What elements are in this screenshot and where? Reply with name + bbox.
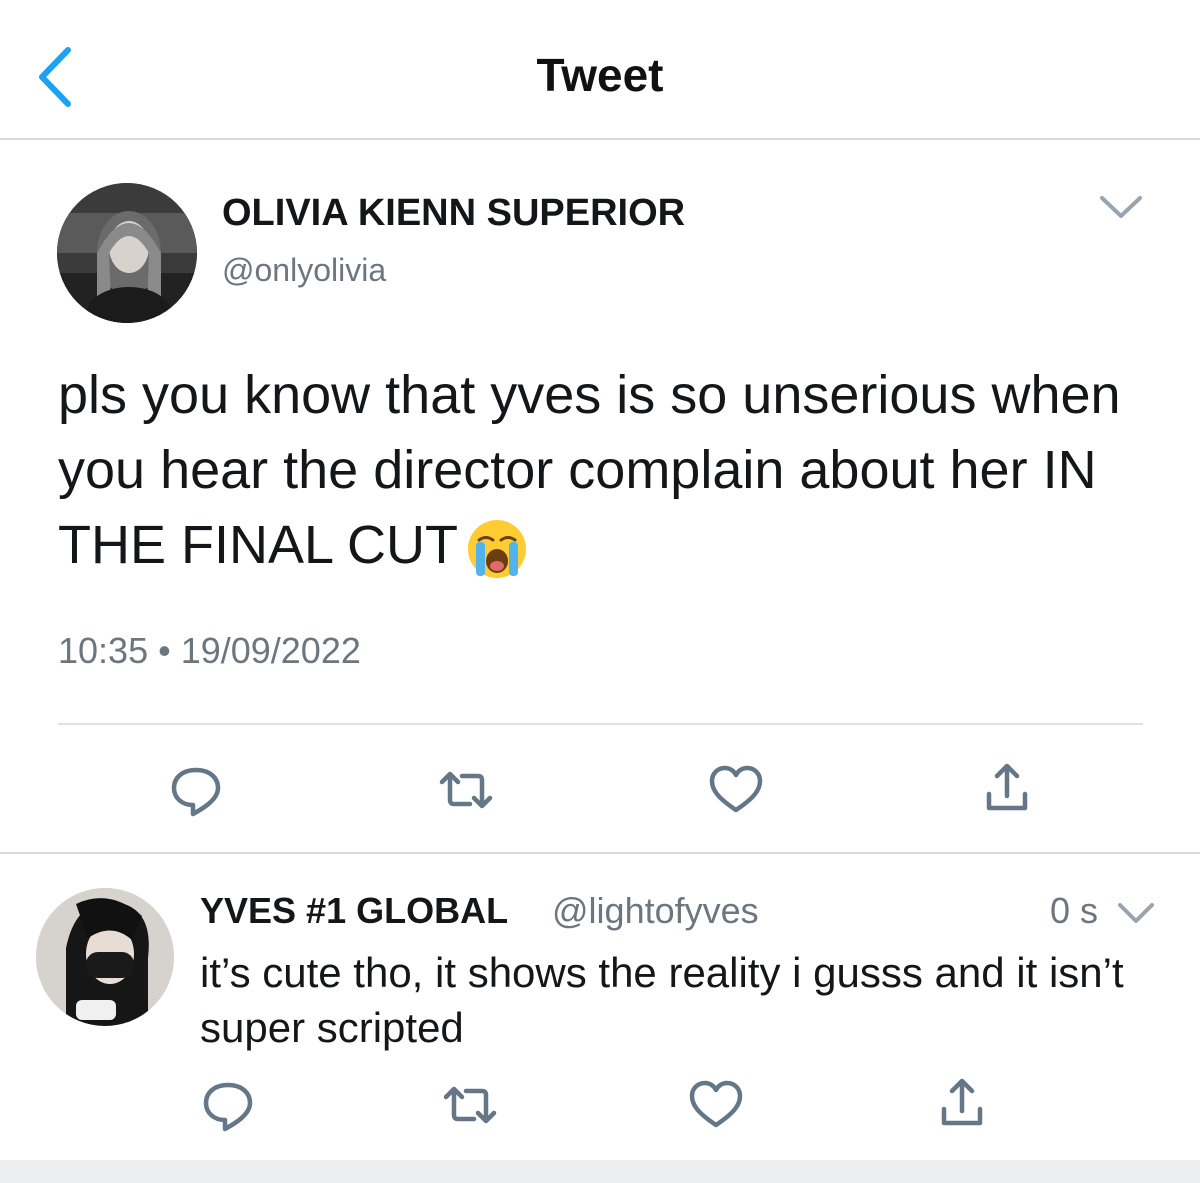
profile-photo (57, 183, 197, 323)
tweet-body: pls you know that yves is so unserious w… (58, 365, 1121, 575)
heart-icon (689, 1080, 743, 1128)
retweet-icon (439, 771, 493, 809)
reply-reply-button[interactable] (198, 1075, 258, 1135)
chevron-down-icon (1118, 903, 1154, 923)
reply-icon (203, 1082, 253, 1132)
bottom-bar (0, 1160, 1200, 1183)
retweet-button[interactable] (436, 760, 496, 820)
retweet-icon (443, 1086, 497, 1124)
share-button[interactable] (977, 760, 1037, 820)
page-title: Tweet (536, 49, 664, 101)
reply-user-handle[interactable]: @lightofyves (552, 890, 759, 932)
header-divider (0, 138, 1200, 140)
share-icon (986, 763, 1028, 811)
tweet-text: pls you know that yves is so unserious w… (58, 358, 1158, 583)
avatar[interactable] (57, 183, 197, 323)
reply-time: 0 s (1050, 890, 1099, 931)
tweet-divider (58, 723, 1143, 725)
reply-avatar[interactable] (36, 888, 174, 1026)
section-divider (0, 852, 1200, 854)
reply-icon (171, 767, 221, 817)
heart-icon (709, 765, 763, 813)
reply-text: it’s cute tho, it shows the reality i gu… (200, 949, 1124, 1051)
more-options-button[interactable] (1098, 192, 1144, 222)
display-name[interactable]: OLIVIA KIENN SUPERIOR (222, 192, 685, 235)
reply-like-button[interactable] (686, 1075, 746, 1135)
share-icon (941, 1078, 983, 1126)
loudly-crying-face-icon (466, 518, 528, 580)
reply-more-options-button[interactable] (1116, 900, 1156, 926)
profile-photo (36, 888, 174, 1026)
reply-retweet-button[interactable] (440, 1075, 500, 1135)
reply-share-button[interactable] (932, 1075, 992, 1135)
like-button[interactable] (706, 760, 766, 820)
reply-display-name[interactable]: YVES #1 GLOBAL (200, 890, 508, 932)
reply-button[interactable] (166, 760, 226, 820)
tweet-timestamp: 10:35 • 19/09/2022 (58, 630, 361, 671)
chevron-down-icon (1100, 196, 1142, 218)
user-handle[interactable]: @onlyolivia (222, 252, 386, 289)
